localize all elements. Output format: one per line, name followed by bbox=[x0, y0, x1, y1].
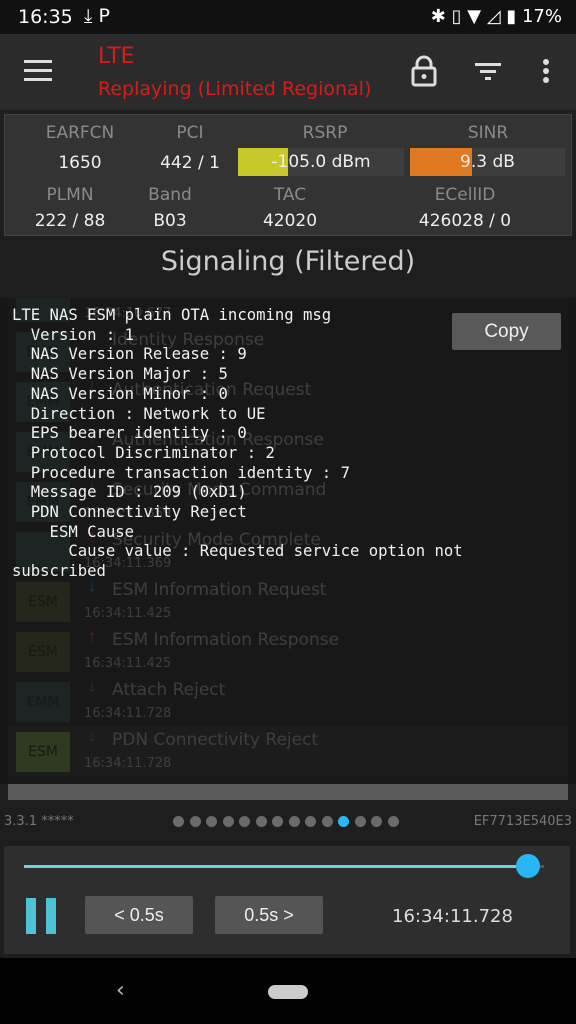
pci-value: 442 / 1 bbox=[160, 153, 220, 173]
rsrp-label: RSRP bbox=[302, 123, 348, 143]
sinr-value: 9.3 dB bbox=[460, 152, 515, 172]
pci-label: PCI bbox=[176, 123, 204, 143]
notification-icons: ⤓ P bbox=[84, 5, 110, 27]
band-value: B03 bbox=[153, 211, 187, 231]
page-dot[interactable] bbox=[239, 816, 250, 827]
back-icon[interactable]: ‹ bbox=[116, 978, 125, 1003]
step-forward-button[interactable]: 0.5s > bbox=[215, 896, 323, 934]
section-title: Signaling (Filtered) bbox=[160, 246, 416, 277]
page-dot[interactable] bbox=[338, 816, 349, 827]
nav-bar: ‹ bbox=[0, 958, 576, 1024]
page-dot[interactable] bbox=[272, 816, 283, 827]
plmn-value: 222 / 88 bbox=[34, 211, 106, 231]
seek-track[interactable] bbox=[24, 865, 544, 868]
ecellid-value: 426028 / 0 bbox=[418, 211, 512, 231]
tac-value: 42020 bbox=[262, 211, 318, 231]
page-dot[interactable] bbox=[206, 816, 217, 827]
page-dot[interactable] bbox=[222, 816, 234, 827]
rsrp-bar: -105.0 dBm bbox=[238, 148, 404, 176]
menu-icon[interactable] bbox=[24, 60, 52, 82]
more-vert-icon[interactable] bbox=[530, 54, 562, 88]
rsrp-value: -105.0 dBm bbox=[271, 152, 371, 172]
seek-played bbox=[24, 865, 529, 868]
page-dot[interactable] bbox=[354, 816, 366, 827]
playback-controls: < 0.5s 0.5s > 16:34:11.728 bbox=[4, 846, 570, 954]
step-back-button[interactable]: < 0.5s bbox=[85, 896, 193, 934]
current-time: 16:34:11.728 bbox=[392, 906, 513, 927]
page-dot[interactable] bbox=[387, 816, 399, 827]
home-icon[interactable] bbox=[268, 985, 308, 999]
earfcn-value: 1650 bbox=[58, 153, 102, 173]
system-status-icons: ✱ ▯ ▼ ◿ ▮ 17% bbox=[430, 6, 562, 27]
earfcn-label: EARFCN bbox=[45, 123, 115, 143]
page-dot[interactable] bbox=[255, 816, 267, 827]
status-bar: 16:35 ⤓ P ✱ ▯ ▼ ◿ ▮ 17% bbox=[0, 0, 576, 34]
band-label: Band bbox=[148, 185, 192, 205]
app-subtitle: Replaying (Limited Regional) bbox=[98, 78, 372, 100]
device-id: EF7713E540E3 bbox=[473, 814, 572, 829]
tac-label: TAC bbox=[273, 185, 307, 205]
page-dot[interactable] bbox=[321, 816, 333, 827]
app-title: LTE bbox=[98, 44, 135, 69]
pause-icon[interactable] bbox=[26, 898, 58, 934]
page-dot[interactable] bbox=[305, 816, 316, 827]
app-version: 3.3.1 ***** bbox=[4, 814, 74, 829]
plmn-label: PLMN bbox=[46, 185, 94, 205]
app-bar: LTE Replaying (Limited Regional) bbox=[0, 34, 576, 110]
page-dot[interactable] bbox=[173, 816, 184, 827]
copy-button[interactable]: Copy bbox=[452, 313, 561, 350]
sinr-bar: 9.3 dB bbox=[410, 148, 565, 176]
detail-scroll-strip bbox=[8, 784, 568, 800]
seek-thumb[interactable] bbox=[516, 854, 541, 878]
status-time: 16:35 bbox=[18, 6, 73, 28]
lock-icon[interactable] bbox=[408, 54, 440, 88]
page-dot[interactable] bbox=[288, 816, 300, 827]
page-dot[interactable] bbox=[371, 816, 382, 827]
ecellid-label: ECellID bbox=[434, 185, 496, 205]
sinr-label: SINR bbox=[467, 123, 509, 143]
filter-icon[interactable] bbox=[472, 54, 504, 88]
page-dot[interactable] bbox=[189, 816, 201, 827]
metrics-panel: EARFCN PCI RSRP SINR 1650 442 / 1 -105.0… bbox=[4, 114, 572, 236]
